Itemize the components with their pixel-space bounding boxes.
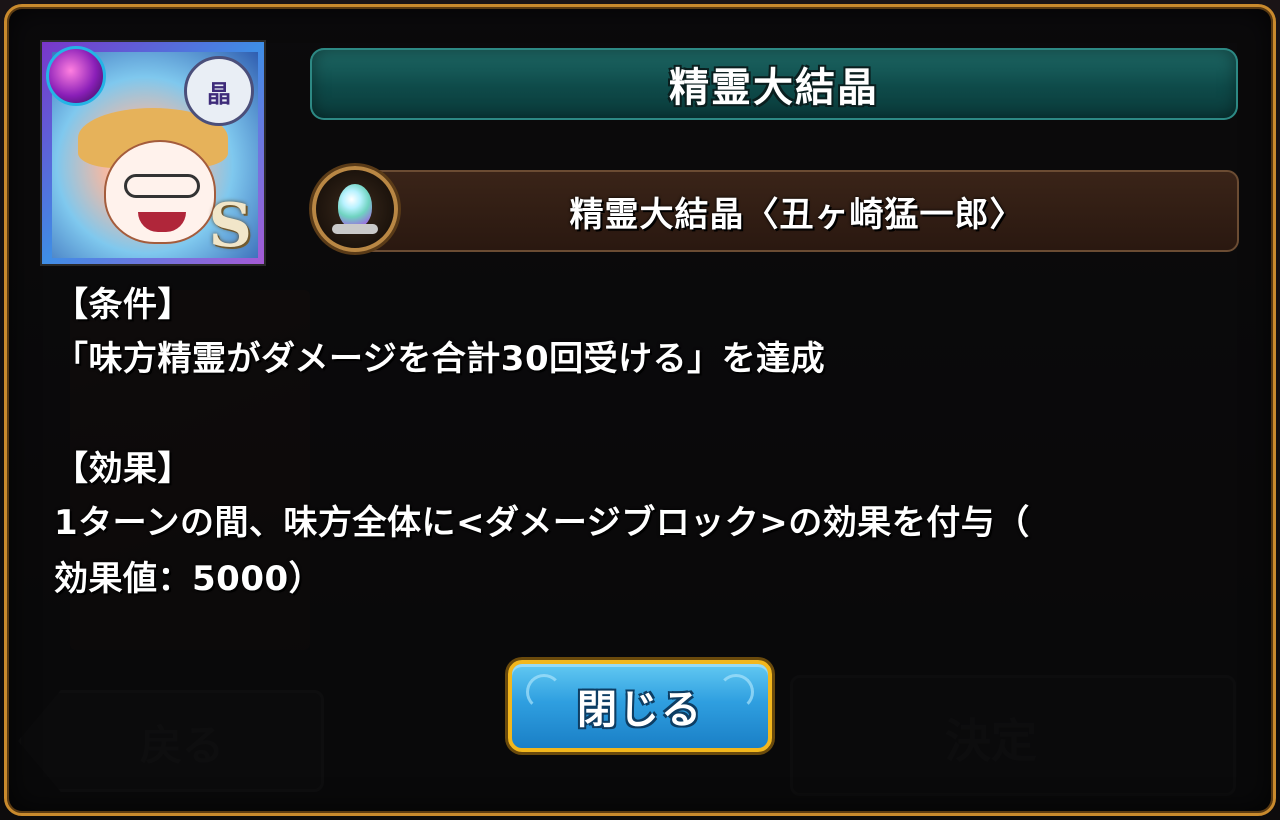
rank-badge: S: [208, 191, 252, 261]
crystal-base: [332, 224, 378, 234]
close-button[interactable]: 閉じる: [508, 660, 772, 752]
close-button-label: 閉じる: [577, 687, 703, 733]
ornament-left-icon: [526, 674, 562, 710]
character-portrait: 晶 S: [40, 40, 266, 266]
title-banner: 精霊大結晶: [310, 48, 1238, 120]
condition-text: 「味方精霊がダメージを合計30回受ける」を達成: [54, 339, 826, 379]
class-badge: 晶: [184, 56, 254, 126]
ornament-right-icon: [718, 674, 754, 710]
item-row: 精霊大結晶〈丑ヶ崎猛一郎〉: [355, 170, 1239, 252]
crystal-gem: [338, 184, 372, 228]
crystal-icon: [312, 166, 398, 252]
effect-text-line1: 1ターンの間、味方全体に<ダメージブロック>の効果を付与（: [54, 503, 1030, 543]
effect-text-line2: 効果値：5000）: [54, 559, 324, 599]
dark-element-icon: [46, 46, 106, 106]
character-glasses: [124, 174, 200, 198]
effect-heading: 【効果】: [54, 449, 192, 489]
dialog-title: 精霊大結晶: [669, 65, 879, 111]
item-name: 精霊大結晶〈丑ヶ崎猛一郎〉: [569, 194, 1025, 235]
condition-heading: 【条件】: [54, 285, 192, 325]
